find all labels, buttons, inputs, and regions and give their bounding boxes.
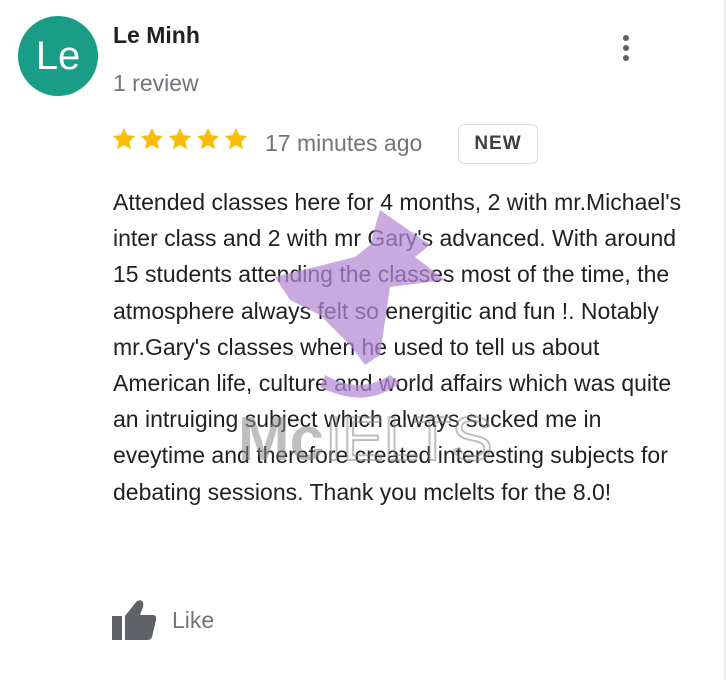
avatar-initials: Le xyxy=(35,33,81,78)
review-text: Attended classes here for 4 months, 2 wi… xyxy=(113,189,682,505)
avatar[interactable]: Le xyxy=(18,16,98,96)
like-button[interactable]: Like xyxy=(110,598,214,642)
star-icon xyxy=(140,127,164,149)
more-vert-icon-dot xyxy=(623,45,629,51)
star-rating xyxy=(111,126,249,152)
reviewer-name[interactable]: Le Minh xyxy=(113,22,200,49)
star-icon xyxy=(196,127,220,149)
star-icon xyxy=(168,127,192,149)
like-label: Like xyxy=(172,606,215,633)
more-vert-icon-dot xyxy=(623,35,629,41)
star-icon xyxy=(112,127,136,149)
star-icon xyxy=(224,127,248,149)
reviewer-review-count[interactable]: 1 review xyxy=(113,70,199,97)
review-card: Le Le Minh 1 review 17 minutes ago NEW A… xyxy=(0,0,726,680)
more-vert-icon-dot xyxy=(623,55,629,61)
review-timestamp: 17 minutes ago xyxy=(265,130,423,156)
new-badge: NEW xyxy=(458,124,538,164)
thumbs-up-icon xyxy=(112,600,157,640)
more-options-button[interactable] xyxy=(611,30,641,66)
